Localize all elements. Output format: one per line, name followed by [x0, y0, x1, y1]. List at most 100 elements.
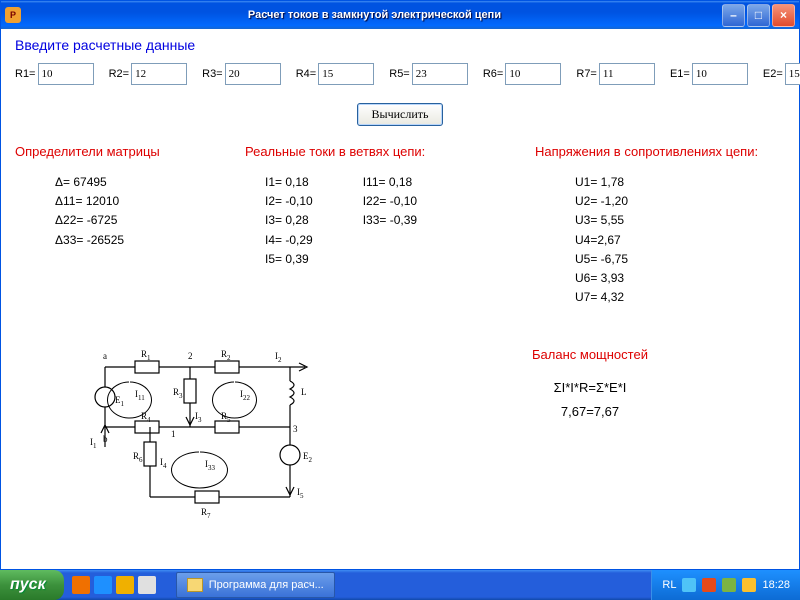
cur-item: I5= 0,39	[265, 250, 313, 269]
close-button[interactable]: ×	[772, 4, 795, 27]
cur-item: I33= -0,39	[363, 211, 417, 230]
e1-label: E1=	[670, 68, 690, 80]
det-item: Δ= 67495	[55, 173, 215, 192]
svg-text:R6: R6	[133, 451, 143, 464]
r2-label: R2=	[109, 68, 130, 80]
svg-text:a: a	[103, 351, 107, 361]
currents-left: I1= 0,18 I2= -0,10 I3= 0,28 I4= -0,29 I5…	[265, 173, 313, 269]
volt-item: U5= -6,75	[575, 250, 785, 269]
circuit-diagram: a R1 2 R2 I2 E1 I11 R3 I3 I22 L b I1 R4	[75, 347, 395, 530]
r2-input[interactable]	[131, 63, 187, 85]
r3-input[interactable]	[225, 63, 281, 85]
volt-item: U4=2,67	[575, 231, 785, 250]
svg-text:E2: E2	[303, 451, 313, 464]
svg-text:I33: I33	[205, 459, 216, 472]
maximize-button[interactable]: □	[747, 4, 770, 27]
tray-icon[interactable]	[702, 578, 716, 592]
svg-text:R5: R5	[221, 411, 231, 424]
e2-label: E2=	[763, 68, 783, 80]
taskbar[interactable]: пуск Программа для расч... RL 18:28	[0, 570, 800, 600]
ql-icon[interactable]	[138, 576, 156, 594]
svg-text:2: 2	[188, 351, 193, 361]
r6-label: R6=	[483, 68, 504, 80]
cur-item: I11= 0,18	[363, 173, 417, 192]
ql-icon[interactable]	[72, 576, 90, 594]
clock[interactable]: 18:28	[762, 579, 790, 591]
cur-item: I1= 0,18	[265, 173, 313, 192]
cur-item: I4= -0,29	[265, 231, 313, 250]
volt-item: U7= 4,32	[575, 288, 785, 307]
input-legend: Введите расчетные данные	[15, 37, 785, 53]
svg-text:I4: I4	[160, 457, 167, 470]
svg-text:I3: I3	[195, 411, 202, 424]
det-item: Δ11= 12010	[55, 192, 215, 211]
lang-indicator[interactable]: RL	[662, 579, 676, 591]
minimize-button[interactable]: –	[722, 4, 745, 27]
det-item: Δ33= -26525	[55, 231, 215, 250]
system-tray[interactable]: RL 18:28	[651, 570, 800, 600]
svg-text:I2: I2	[275, 351, 282, 364]
tray-icon[interactable]	[722, 578, 736, 592]
cur-item: I22= -0,10	[363, 192, 417, 211]
determinants-title: Определители матрицы	[15, 144, 215, 159]
svg-text:I1: I1	[90, 437, 97, 450]
titlebar[interactable]: P Расчет токов в замкнутой электрической…	[1, 1, 799, 29]
r4-input[interactable]	[318, 63, 374, 85]
voltages-values: U1= 1,78 U2= -1,20 U3= 5,55 U4=2,67 U5= …	[535, 173, 785, 307]
svg-text:R2: R2	[221, 349, 231, 362]
r6-input[interactable]	[505, 63, 561, 85]
e2-input[interactable]	[785, 63, 800, 85]
tray-icon[interactable]	[682, 578, 696, 592]
det-item: Δ22= -6725	[55, 211, 215, 230]
r4-label: R4=	[296, 68, 317, 80]
calculate-button[interactable]: Вычислить	[357, 103, 444, 126]
task-label: Программа для расч...	[209, 579, 324, 591]
ql-icon[interactable]	[94, 576, 112, 594]
svg-text:E1: E1	[115, 395, 125, 408]
cur-item: I3= 0,28	[265, 211, 313, 230]
client-area: Введите расчетные данные R1= R2= R3= R4=…	[1, 29, 799, 538]
window-title: Расчет токов в замкнутой электрической ц…	[27, 9, 722, 21]
volt-item: U3= 5,55	[575, 211, 785, 230]
svg-text:I11: I11	[135, 389, 145, 402]
currents-title: Реальные токи в ветвях цепи:	[245, 144, 505, 159]
svg-text:R7: R7	[201, 507, 211, 520]
balance-title: Баланс мощностей	[395, 347, 785, 362]
balance-eq2: 7,67=7,67	[395, 400, 785, 423]
cur-item: I2= -0,10	[265, 192, 313, 211]
taskbar-task[interactable]: Программа для расч...	[176, 572, 335, 598]
r7-input[interactable]	[599, 63, 655, 85]
svg-text:L: L	[301, 387, 307, 397]
svg-text:R3: R3	[173, 387, 183, 400]
currents-right: I11= 0,18 I22= -0,10 I33= -0,39	[363, 173, 417, 269]
r7-label: R7=	[576, 68, 597, 80]
quick-launch	[72, 576, 156, 594]
svg-text:I5: I5	[297, 487, 304, 500]
svg-text:3: 3	[293, 424, 298, 434]
app-icon: P	[5, 7, 21, 23]
balance-eq1: ΣI*I*R=Σ*E*I	[395, 376, 785, 399]
volt-item: U1= 1,78	[575, 173, 785, 192]
input-row: R1= R2= R3= R4= R5= R6= R7= E1= E2=	[15, 63, 785, 85]
svg-text:R4: R4	[141, 411, 151, 424]
svg-text:R1: R1	[141, 349, 151, 362]
svg-text:1: 1	[171, 429, 176, 439]
determinants-values: Δ= 67495 Δ11= 12010 Δ22= -6725 Δ33= -265…	[15, 173, 215, 250]
r5-input[interactable]	[412, 63, 468, 85]
r5-label: R5=	[389, 68, 410, 80]
start-button[interactable]: пуск	[0, 570, 64, 600]
ql-icon[interactable]	[116, 576, 134, 594]
svg-text:b: b	[103, 434, 108, 444]
start-label: пуск	[10, 576, 46, 594]
r3-label: R3=	[202, 68, 223, 80]
folder-icon	[187, 578, 203, 592]
volt-item: U6= 3,93	[575, 269, 785, 288]
r1-input[interactable]	[38, 63, 94, 85]
e1-input[interactable]	[692, 63, 748, 85]
svg-text:I22: I22	[240, 389, 251, 402]
voltages-title: Напряжения в сопротивлениях цепи:	[535, 144, 785, 159]
r1-label: R1=	[15, 68, 36, 80]
tray-icon[interactable]	[742, 578, 756, 592]
app-window: P Расчет токов в замкнутой электрической…	[0, 0, 800, 570]
volt-item: U2= -1,20	[575, 192, 785, 211]
